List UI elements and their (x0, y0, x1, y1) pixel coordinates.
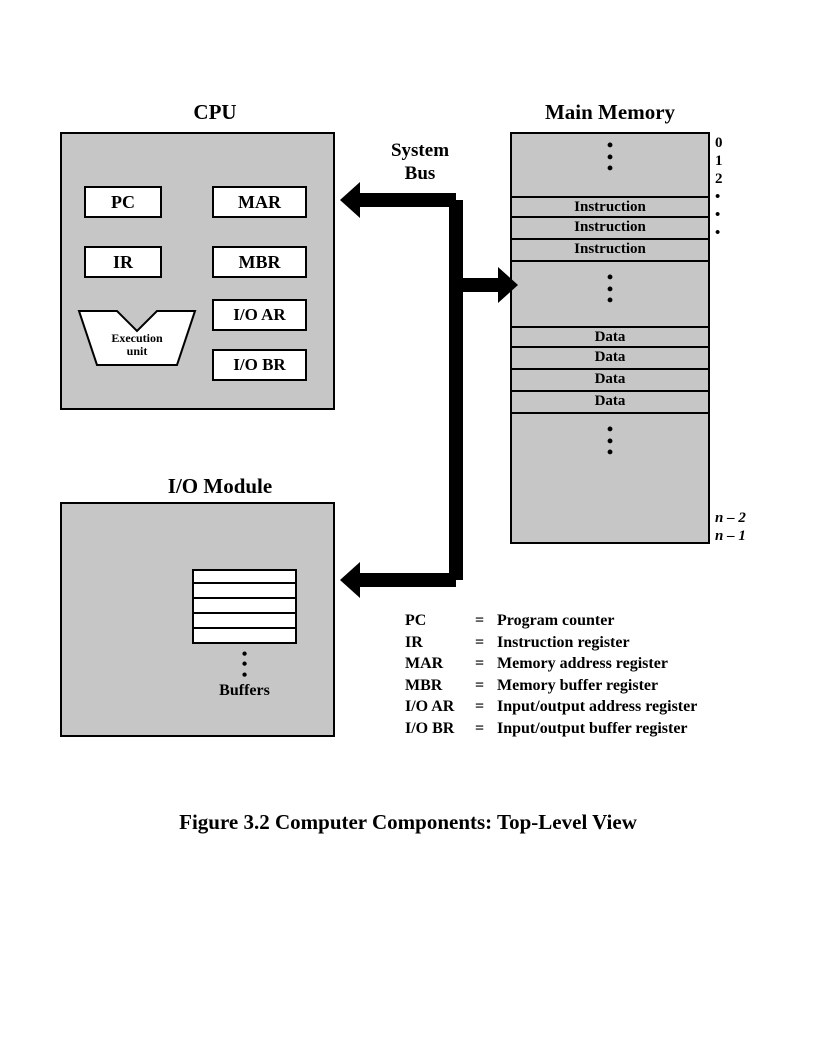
memory-addr-0: 0 (715, 135, 723, 152)
legend-row: MAR=Memory address register (405, 653, 697, 675)
legend-key: MBR (405, 675, 475, 697)
buffers-label: Buffers (192, 682, 297, 700)
memory-addr-n1: n – 1 (715, 528, 746, 545)
io-block: ••• Buffers (60, 502, 335, 737)
execution-unit: Execution unit (77, 309, 197, 367)
bus-label: System Bus (385, 140, 455, 186)
legend-val: Program counter (497, 610, 614, 632)
bus-label-line2: Bus (405, 163, 436, 184)
cpu-block: PC MAR IR MBR I/O AR I/O BR Execution un… (60, 132, 335, 410)
legend-row: IR=Instruction register (405, 632, 697, 654)
legend-eq: = (475, 718, 497, 740)
mar-register: MAR (212, 186, 307, 218)
legend-row: PC=Program counter (405, 610, 697, 632)
cpu-title: CPU (150, 100, 280, 125)
mbr-register: MBR (212, 246, 307, 278)
memory-block: ••• Instruction Instruction Instruction … (510, 132, 710, 544)
legend-val: Input/output buffer register (497, 718, 688, 740)
buffer-row (192, 599, 297, 614)
memory-addr-n2: n – 2 (715, 510, 746, 527)
exec-line2: unit (127, 344, 148, 358)
legend-key: I/O BR (405, 718, 475, 740)
bus-label-line1: System (391, 140, 449, 161)
legend-key: I/O AR (405, 696, 475, 718)
pc-register: PC (84, 186, 162, 218)
memory-top-dots: ••• (512, 140, 708, 175)
memory-mid-dots: ••• (510, 262, 710, 317)
memory-row-instruction: Instruction (510, 240, 710, 262)
memory-row-data: Data (510, 370, 710, 392)
buffer-stack: ••• (192, 569, 297, 687)
memory-addr-dot: • (715, 207, 720, 224)
buffer-dots: ••• (192, 644, 297, 687)
legend: PC=Program counter IR=Instruction regist… (405, 610, 697, 740)
buffer-row (192, 629, 297, 644)
legend-key: MAR (405, 653, 475, 675)
memory-bottom-dots: ••• (510, 414, 710, 469)
buffer-row (192, 614, 297, 629)
legend-row: I/O BR=Input/output buffer register (405, 718, 697, 740)
memory-data-rows: Data Data Data Data ••• (510, 326, 710, 469)
ir-register: IR (84, 246, 162, 278)
memory-row-instruction: Instruction (510, 218, 710, 240)
memory-title: Main Memory (520, 100, 700, 125)
buffer-row (192, 584, 297, 599)
legend-eq: = (475, 696, 497, 718)
legend-eq: = (475, 675, 497, 697)
memory-row-instruction: Instruction (510, 196, 710, 218)
figure-caption: Figure 3.2 Computer Components: Top-Leve… (0, 810, 816, 835)
io-ar-register: I/O AR (212, 299, 307, 331)
legend-eq: = (475, 632, 497, 654)
legend-val: Instruction register (497, 632, 630, 654)
memory-instruction-rows: Instruction Instruction Instruction ••• (510, 196, 710, 317)
legend-eq: = (475, 610, 497, 632)
io-title: I/O Module (130, 474, 310, 499)
legend-key: IR (405, 632, 475, 654)
exec-line1: Execution (111, 331, 163, 345)
memory-addr-dot: • (715, 189, 720, 206)
legend-val: Input/output address register (497, 696, 697, 718)
memory-row-data: Data (510, 348, 710, 370)
io-br-register: I/O BR (212, 349, 307, 381)
memory-addr-dot: • (715, 225, 720, 242)
legend-val: Memory address register (497, 653, 668, 675)
legend-key: PC (405, 610, 475, 632)
memory-row-data: Data (510, 326, 710, 348)
memory-addr-1: 1 (715, 153, 723, 170)
legend-row: I/O AR=Input/output address register (405, 696, 697, 718)
memory-addr-2: 2 (715, 171, 723, 188)
legend-row: MBR=Memory buffer register (405, 675, 697, 697)
legend-eq: = (475, 653, 497, 675)
memory-row-data: Data (510, 392, 710, 414)
buffer-row (192, 569, 297, 584)
diagram-container: CPU Main Memory I/O Module System Bus PC… (60, 100, 760, 800)
legend-val: Memory buffer register (497, 675, 658, 697)
